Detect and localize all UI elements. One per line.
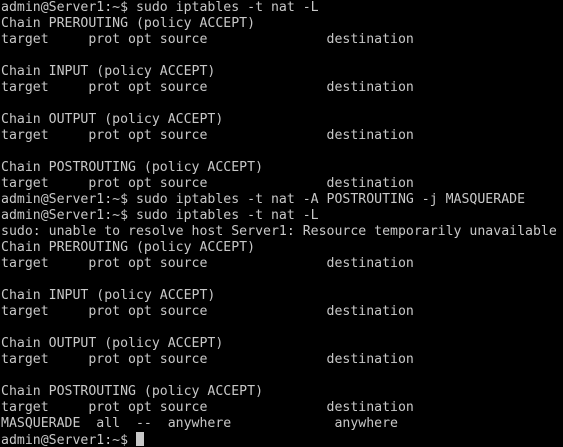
terminal-line: Chain POSTROUTING (policy ACCEPT) [1, 160, 264, 175]
prompt-line[interactable]: admin@Server1:~$ [1, 432, 563, 447]
terminal-line: admin@Server1:~$ sudo iptables -t nat -L [1, 0, 319, 15]
terminal-line: Chain INPUT (policy ACCEPT) [1, 288, 216, 303]
terminal-line: admin@Server1:~$ sudo iptables -t nat -A… [1, 192, 526, 207]
terminal-line: target prot opt source destination [1, 352, 414, 367]
terminal-line: Chain POSTROUTING (policy ACCEPT) [1, 384, 264, 399]
terminal-line: target prot opt source destination [1, 400, 414, 415]
terminal-line: MASQUERADE all -- anywhere anywhere [1, 416, 398, 431]
terminal-line: target prot opt source destination [1, 80, 414, 95]
terminal-line: target prot opt source destination [1, 304, 414, 319]
terminal-line: Chain PREROUTING (policy ACCEPT) [1, 16, 256, 31]
terminal-line: target prot opt source destination [1, 256, 414, 271]
terminal-line: admin@Server1:~$ sudo iptables -t nat -L [1, 208, 319, 223]
terminal-line: target prot opt source destination [1, 176, 414, 191]
terminal-line: Chain PREROUTING (policy ACCEPT) [1, 240, 256, 255]
terminal-line: sudo: unable to resolve host Server1: Re… [1, 224, 557, 239]
terminal-line: target prot opt source destination [1, 32, 414, 47]
text-cursor [135, 432, 144, 446]
shell-prompt: admin@Server1:~$ [1, 433, 136, 447]
terminal-line: target prot opt source destination [1, 128, 414, 143]
terminal-window[interactable]: admin@Server1:~$ sudo iptables -t nat -L… [0, 0, 563, 447]
terminal-line: Chain INPUT (policy ACCEPT) [1, 64, 216, 79]
terminal-line: Chain OUTPUT (policy ACCEPT) [1, 112, 224, 127]
terminal-line: Chain OUTPUT (policy ACCEPT) [1, 336, 224, 351]
